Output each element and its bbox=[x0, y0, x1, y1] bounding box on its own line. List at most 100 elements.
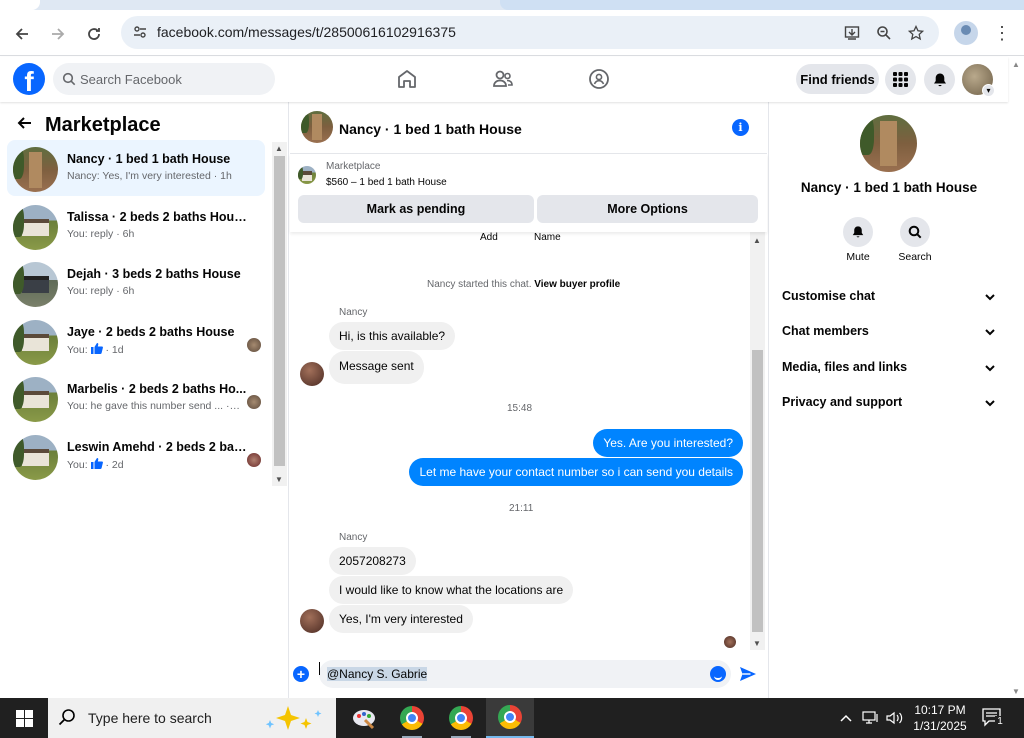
marketplace-label: Marketplace bbox=[326, 161, 381, 172]
menu-grid-icon[interactable] bbox=[885, 64, 916, 95]
sender-name: Nancy bbox=[339, 307, 368, 318]
chat-title[interactable]: Nancy · 1 bed 1 bath House bbox=[339, 121, 522, 137]
network-icon[interactable] bbox=[860, 698, 882, 738]
scroll-up-arrow-icon[interactable]: ▲ bbox=[275, 144, 283, 153]
thumbs-up-icon bbox=[90, 458, 103, 469]
chat-avatar[interactable] bbox=[301, 111, 333, 143]
taskbar-clock[interactable]: 10:17 PM 1/31/2025 bbox=[905, 702, 975, 734]
conversation-item[interactable]: Nancy · 1 bed 1 bath House Nancy: Yes, I… bbox=[7, 140, 265, 196]
taskbar-app-chrome-active[interactable] bbox=[486, 698, 534, 738]
outgoing-message[interactable]: Yes. Are you interested? bbox=[593, 429, 743, 457]
info-icon[interactable]: i bbox=[732, 119, 749, 136]
clock-date: 1/31/2025 bbox=[913, 719, 967, 733]
incoming-message[interactable]: Hi, is this available? bbox=[329, 322, 456, 350]
message-thread-scrollbar[interactable]: ▲ ▼ bbox=[750, 232, 765, 650]
scrollbar-thumb[interactable] bbox=[274, 156, 285, 466]
install-app-icon[interactable] bbox=[843, 24, 861, 42]
copilot-sparkle-icon[interactable] bbox=[262, 704, 326, 732]
volume-icon[interactable] bbox=[884, 698, 906, 738]
privacy-support-row[interactable]: Privacy and support bbox=[782, 395, 996, 415]
address-bar[interactable]: facebook.com/messages/t/2850061610291637… bbox=[121, 16, 939, 49]
find-friends-button[interactable]: Find friends bbox=[796, 64, 879, 94]
browser-menu-icon[interactable]: ⋮ bbox=[992, 22, 1012, 46]
browser-profile-icon[interactable] bbox=[954, 21, 978, 45]
site-settings-icon[interactable] bbox=[131, 23, 149, 41]
profile-avatar[interactable] bbox=[860, 115, 917, 172]
back-arrow-icon[interactable] bbox=[10, 22, 34, 46]
marketplace-listing-bar: Marketplace $560 – 1 bed 1 bath House Ma… bbox=[290, 154, 767, 232]
seen-avatar bbox=[247, 453, 261, 467]
emoji-icon[interactable] bbox=[710, 666, 726, 682]
sender-avatar[interactable] bbox=[300, 609, 324, 633]
view-buyer-profile-link[interactable]: View buyer profile bbox=[534, 279, 620, 290]
taskbar-search-input[interactable]: Type here to search bbox=[48, 698, 336, 738]
mute-bell-icon[interactable] bbox=[843, 217, 873, 247]
zoom-icon[interactable] bbox=[875, 24, 893, 42]
chat-members-row[interactable]: Chat members bbox=[782, 324, 996, 344]
windows-start-icon[interactable] bbox=[0, 698, 48, 738]
incoming-message[interactable]: Message sent bbox=[329, 351, 424, 384]
more-options-button[interactable]: More Options bbox=[537, 195, 758, 223]
tray-expand-chevron-icon[interactable] bbox=[836, 698, 856, 738]
forward-arrow-icon[interactable] bbox=[46, 22, 70, 46]
mark-as-pending-button[interactable]: Mark as pending bbox=[298, 195, 534, 223]
incoming-message[interactable]: Yes, I'm very interested bbox=[329, 605, 473, 633]
listing-title[interactable]: $560 – 1 bed 1 bath House bbox=[326, 177, 447, 188]
profile-name[interactable]: Nancy · 1 bed 1 bath House bbox=[769, 180, 1009, 195]
outgoing-message[interactable]: Let me have your contact number so i can… bbox=[409, 458, 743, 486]
plus-icon[interactable]: + bbox=[293, 666, 309, 682]
conversation-avatar bbox=[13, 435, 58, 480]
cut-off-text: Name bbox=[534, 232, 561, 243]
incoming-message[interactable]: I would like to know what the locations … bbox=[329, 576, 574, 604]
notifications-bell-icon[interactable] bbox=[924, 64, 955, 95]
sender-avatar[interactable] bbox=[300, 362, 324, 386]
reload-icon[interactable] bbox=[82, 22, 106, 46]
listing-thumbnail[interactable] bbox=[298, 166, 316, 184]
bookmark-star-icon[interactable] bbox=[907, 24, 925, 42]
browser-tab[interactable] bbox=[0, 0, 40, 10]
groups-icon[interactable] bbox=[587, 67, 611, 91]
home-icon[interactable] bbox=[395, 67, 419, 91]
marketplace-conversation-list: Marketplace Nancy · 1 bed 1 bath House N… bbox=[0, 102, 289, 698]
friends-icon[interactable] bbox=[491, 67, 515, 91]
incoming-message[interactable]: 2057208273 bbox=[329, 547, 416, 575]
scroll-up-arrow-icon[interactable]: ▲ bbox=[753, 236, 761, 245]
scroll-down-arrow-icon[interactable]: ▼ bbox=[1012, 687, 1020, 696]
conversation-item[interactable]: Talissa · 2 beds 2 baths House You: repl… bbox=[7, 198, 265, 254]
conversation-item[interactable]: Dejah · 3 beds 2 baths House You: reply … bbox=[7, 255, 265, 311]
conversation-list-scrollbar[interactable]: ▲ ▼ bbox=[272, 142, 287, 486]
account-avatar[interactable]: ▾ bbox=[962, 64, 995, 97]
page-scrollbar[interactable]: ▲ ▼ bbox=[1008, 57, 1024, 698]
conversation-item[interactable]: Marbelis · 2 beds 2 baths Ho... You: he … bbox=[7, 370, 265, 426]
conversation-item[interactable]: Jaye · 2 beds 2 baths House You: · 1d bbox=[7, 313, 265, 369]
conversation-preview: You: reply · 6h bbox=[67, 228, 135, 240]
search-icon[interactable] bbox=[900, 217, 930, 247]
taskbar-search-placeholder: Type here to search bbox=[88, 710, 212, 726]
message-input[interactable]: @Nancy S. Gabrie bbox=[319, 660, 731, 688]
row-label: Chat members bbox=[782, 324, 869, 338]
scroll-down-arrow-icon[interactable]: ▼ bbox=[275, 475, 283, 484]
back-arrow-icon[interactable] bbox=[16, 114, 36, 134]
conversation-preview: You: · 1d bbox=[67, 343, 242, 356]
scroll-down-arrow-icon[interactable]: ▼ bbox=[753, 639, 761, 648]
taskbar-app-paint[interactable] bbox=[340, 698, 388, 738]
notification-center-icon[interactable]: 1 bbox=[982, 708, 1005, 728]
search-label: Search bbox=[898, 251, 932, 263]
chevron-down-icon[interactable]: ▾ bbox=[982, 84, 995, 97]
scrollbar-thumb[interactable] bbox=[752, 350, 763, 632]
scroll-up-arrow-icon[interactable]: ▲ bbox=[1012, 60, 1020, 69]
row-label: Privacy and support bbox=[782, 395, 903, 409]
browser-tab-active[interactable] bbox=[500, 0, 1024, 10]
conversation-avatar bbox=[13, 377, 58, 422]
url-text[interactable]: facebook.com/messages/t/2850061610291637… bbox=[157, 24, 456, 40]
taskbar-app-chrome[interactable] bbox=[388, 698, 436, 738]
media-files-links-row[interactable]: Media, files and links bbox=[782, 360, 996, 380]
taskbar-app-chrome-profile[interactable] bbox=[437, 698, 485, 738]
message-input-text[interactable]: @Nancy S. Gabrie bbox=[327, 667, 428, 681]
conversation-item[interactable]: Leswin Amehd · 2 beds 2 bat... You: · 2d bbox=[7, 428, 265, 484]
send-icon[interactable] bbox=[739, 665, 759, 683]
customise-chat-row[interactable]: Customise chat bbox=[782, 289, 996, 309]
timestamp: 21:11 bbox=[509, 503, 534, 514]
facebook-search-input[interactable]: Search Facebook bbox=[53, 63, 275, 95]
facebook-logo[interactable]: f bbox=[13, 63, 45, 95]
